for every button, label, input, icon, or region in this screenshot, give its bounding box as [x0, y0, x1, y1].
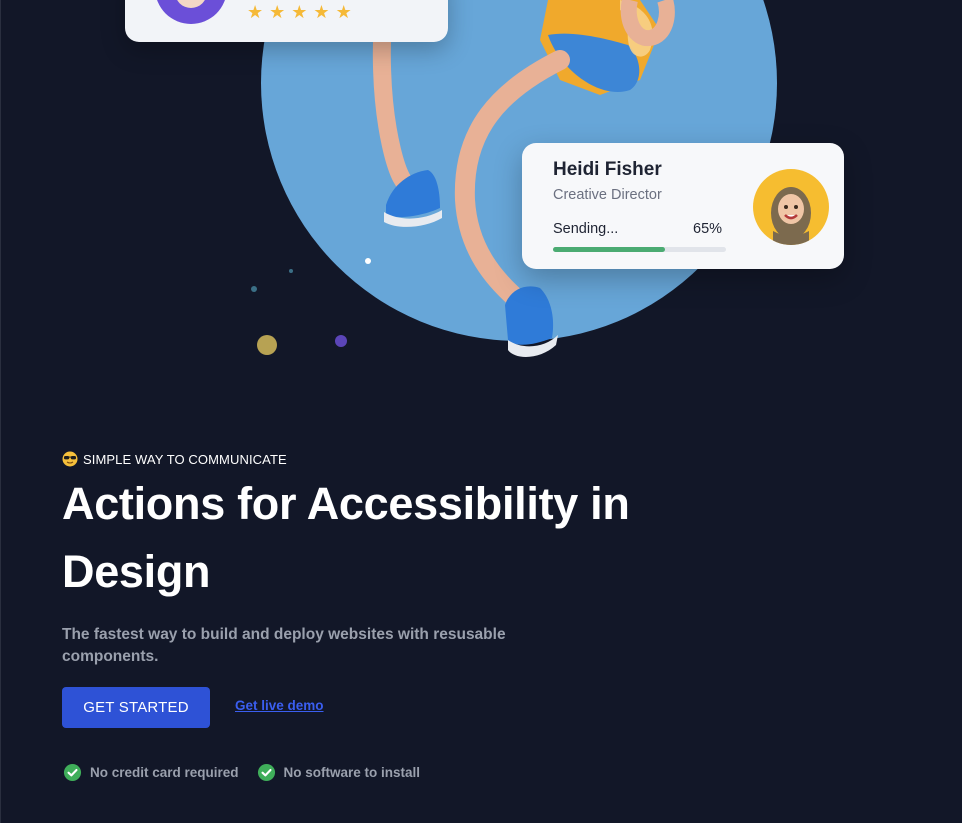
check-circle-icon — [63, 763, 82, 782]
feature-list: No credit card required No software to i… — [63, 763, 420, 782]
feature-item: No credit card required — [63, 763, 239, 782]
sending-status: Sending... — [553, 221, 619, 237]
star-icon: ★ — [313, 2, 330, 22]
profile-card: Heidi Fisher Creative Director Sending..… — [522, 143, 844, 269]
progress-percent: 65% — [693, 221, 723, 237]
eyebrow-text: SIMPLE WAY TO COMMUNICATE — [83, 451, 287, 467]
decor-dot — [365, 258, 371, 264]
feature-item: No software to install — [257, 763, 421, 782]
feature-label: No software to install — [283, 765, 421, 780]
page-subtitle: The fastest way to build and deploy webs… — [62, 626, 506, 665]
feature-label: No credit card required — [90, 765, 239, 780]
star-icon: ★ — [291, 2, 308, 22]
hero-illustration: ★ ★ ★ ★ ★ Heidi Fisher Creative Director… — [0, 0, 962, 400]
decor-dot — [335, 335, 347, 347]
sunglasses-emoji-icon — [62, 451, 78, 467]
review-card: ★ ★ ★ ★ ★ — [125, 0, 448, 42]
eyebrow: SIMPLE WAY TO COMMUNICATE — [62, 451, 287, 467]
right-shoe — [505, 286, 554, 345]
get-started-button[interactable]: GET STARTED — [62, 687, 210, 728]
check-circle-icon — [257, 763, 275, 782]
decor-dot — [257, 335, 277, 355]
profile-avatar — [753, 169, 829, 245]
live-demo-link[interactable]: Get live demo — [235, 698, 324, 713]
decor-dot — [289, 269, 293, 273]
page-title: Actions for Accessibility in Design — [62, 478, 630, 597]
star-icon: ★ — [335, 2, 352, 22]
progress-bar — [553, 247, 726, 252]
profile-name: Heidi Fisher — [553, 159, 662, 180]
star-icon: ★ — [269, 2, 286, 22]
reviewer-avatar — [155, 0, 227, 24]
profile-role: Creative Director — [553, 187, 662, 203]
decor-dot — [251, 286, 257, 292]
progress-fill — [553, 247, 666, 252]
rating-stars: ★ ★ ★ ★ ★ — [247, 2, 352, 22]
star-icon: ★ — [247, 2, 264, 22]
